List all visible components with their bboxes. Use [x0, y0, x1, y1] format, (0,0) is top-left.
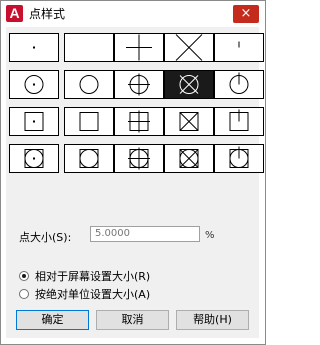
point-style-circle-square-plus-icon — [128, 147, 150, 170]
relative-radio[interactable] — [19, 271, 29, 281]
point-size-label: 点大小(S): — [19, 231, 72, 244]
point-style-circle-plus-icon — [128, 73, 150, 96]
point-style-none-icon — [65, 34, 113, 61]
point-style-circle-square-dot[interactable] — [9, 144, 59, 173]
point-style-circle-icon — [79, 75, 99, 94]
close-button[interactable]: × — [233, 5, 259, 23]
point-style-circle-tick[interactable] — [214, 70, 264, 99]
point-style-tick[interactable] — [214, 33, 264, 62]
point-style-square-x[interactable] — [164, 107, 214, 136]
point-style-tick-icon — [238, 41, 240, 48]
point-style-plus-icon — [126, 34, 152, 61]
point-style-circle-x[interactable] — [164, 70, 214, 99]
point-style-x-icon — [175, 34, 203, 61]
point-size-unit: % — [205, 230, 215, 241]
point-style-dialog: A 点样式 × 点大小(S): 5.0000 % 相对于屏幕设置大小(R) 按绝… — [0, 0, 266, 345]
dialog-title: 点样式 — [29, 7, 66, 21]
help-button[interactable]: 帮助(H) — [176, 310, 249, 330]
point-style-circle-square-x[interactable] — [164, 144, 214, 173]
absolute-size-option[interactable]: 按绝对单位设置大小(A) — [19, 288, 150, 302]
relative-radio-label: 相对于屏幕设置大小(R) — [35, 270, 151, 283]
cancel-button[interactable]: 取消 — [96, 310, 169, 330]
point-size-input[interactable]: 5.0000 — [90, 226, 200, 242]
dialog-body: 点大小(S): 5.0000 % 相对于屏幕设置大小(R) 按绝对单位设置大小(… — [6, 27, 264, 338]
point-style-square[interactable] — [64, 107, 114, 136]
point-style-x[interactable] — [164, 33, 214, 62]
point-style-dot[interactable] — [9, 33, 59, 62]
point-style-circle-dot[interactable] — [9, 70, 59, 99]
point-style-circle-square-tick[interactable] — [214, 144, 264, 173]
point-style-circle-square[interactable] — [64, 144, 114, 173]
ok-button[interactable]: 确定 — [16, 310, 89, 330]
point-style-square-dot-icon — [24, 112, 44, 131]
point-style-square-plus-icon — [128, 110, 150, 133]
point-style-circle-square-dot-icon — [24, 149, 44, 168]
point-style-circle-plus[interactable] — [114, 70, 164, 99]
point-style-none[interactable] — [64, 33, 114, 62]
point-style-square-plus[interactable] — [114, 107, 164, 136]
point-style-circle-dot-icon — [24, 75, 44, 94]
point-style-square-x-icon — [179, 112, 199, 131]
point-style-square-tick-icon — [229, 109, 249, 131]
point-style-plus[interactable] — [114, 33, 164, 62]
absolute-radio-label: 按绝对单位设置大小(A) — [35, 288, 151, 301]
point-style-circle-square-tick-icon — [229, 146, 249, 168]
point-style-dot-icon — [33, 46, 35, 49]
point-style-square-dot[interactable] — [9, 107, 59, 136]
relative-size-option[interactable]: 相对于屏幕设置大小(R) — [19, 270, 150, 284]
point-style-square-tick[interactable] — [214, 107, 264, 136]
absolute-radio[interactable] — [19, 289, 29, 299]
point-style-circle-x-icon — [179, 75, 199, 94]
point-style-circle[interactable] — [64, 70, 114, 99]
point-style-circle-square-icon — [79, 149, 99, 168]
point-style-square-icon — [79, 112, 99, 131]
point-style-circle-square-plus[interactable] — [114, 144, 164, 173]
point-style-circle-tick-icon — [229, 72, 249, 94]
autocad-app-icon: A — [6, 5, 23, 22]
point-style-circle-square-x-icon — [179, 149, 199, 168]
title-bar[interactable]: A 点样式 × — [1, 1, 265, 27]
